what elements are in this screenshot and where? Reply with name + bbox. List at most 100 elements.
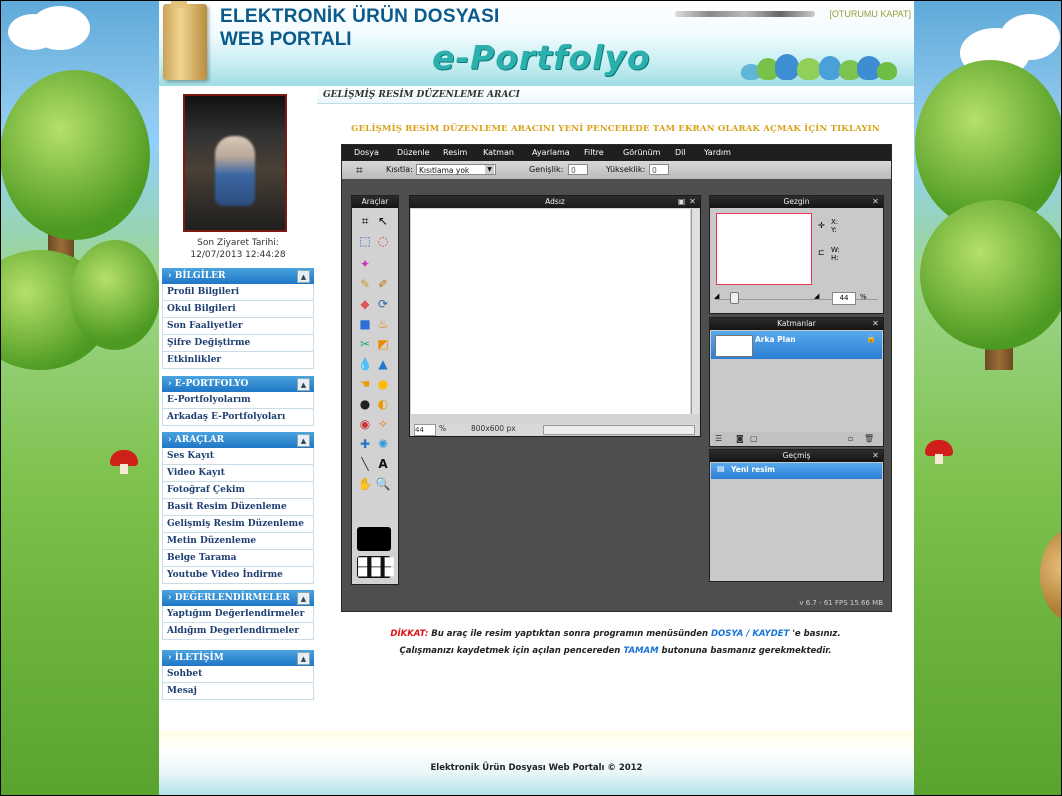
section-header[interactable]: › ARAÇLAR ▲ <box>162 432 314 448</box>
trash-icon[interactable]: 🗑 <box>864 432 874 446</box>
canvas-zoom-input[interactable]: 44 <box>414 424 436 436</box>
avatar[interactable] <box>183 94 287 232</box>
menu-gorunum[interactable]: Görünüm <box>623 145 660 161</box>
spot-heal-tool-icon[interactable]: ✧ <box>375 416 391 432</box>
move-tool-icon[interactable]: ↖ <box>375 213 391 229</box>
lock-icon[interactable]: 🔒 <box>866 334 876 343</box>
last-visit-label: Son Ziyaret Tarihi: <box>197 238 279 248</box>
section-header[interactable]: › E-PORTFOLYO ▲ <box>162 376 314 392</box>
close-icon[interactable]: ✕ <box>871 451 880 460</box>
sidebar-item-sifre-degistirme[interactable]: Şifre Değiştirme <box>162 335 314 352</box>
vertical-scrollbar[interactable] <box>691 209 699 414</box>
section-header[interactable]: › BİLGİLER ▲ <box>162 268 314 284</box>
collapse-icon[interactable]: ▲ <box>297 592 310 605</box>
height-input[interactable]: 0 <box>649 164 669 175</box>
sidebar-item-sohbet[interactable]: Sohbet <box>162 666 314 683</box>
layer-options-icon[interactable]: ☰ <box>715 432 722 446</box>
menu-yardim[interactable]: Yardım <box>704 145 731 161</box>
sidebar-item-e-portfolyolarim[interactable]: E-Portfolyolarım <box>162 392 314 409</box>
sidebar-item-arkadas-e-portfolyolari[interactable]: Arkadaş E-Portfolyoları <box>162 409 314 426</box>
section-header[interactable]: › İLETİŞİM ▲ <box>162 650 314 666</box>
menu-katman[interactable]: Katman <box>483 145 514 161</box>
wand-tool-icon[interactable]: ✦ <box>357 256 373 272</box>
brush-tool-icon[interactable]: ✐ <box>375 276 391 292</box>
hand-tool-icon[interactable]: ✋ <box>357 476 373 492</box>
close-icon[interactable]: ✕ <box>871 319 880 328</box>
sidebar-item-youtube-indirme[interactable]: Youtube Video İndirme <box>162 567 314 584</box>
collapse-icon[interactable]: ▲ <box>297 270 310 283</box>
crop-icon[interactable]: ⌗ <box>356 161 363 179</box>
lasso-tool-icon[interactable]: ◌ <box>375 233 391 249</box>
zoom-tool-icon[interactable]: 🔍 <box>375 476 391 492</box>
crop-tool-icon[interactable]: ⌗ <box>357 213 373 229</box>
burn-tool-icon[interactable]: ● <box>357 396 373 412</box>
nav-zoom-input[interactable]: 44 <box>832 292 856 305</box>
sidebar-item-video-kayit[interactable]: Video Kayıt <box>162 465 314 482</box>
sidebar-item-aldigim-degerlendirmeler[interactable]: Aldığım Degerlendirmeler <box>162 623 314 640</box>
width-input[interactable]: 0 <box>568 164 588 175</box>
new-layer-icon[interactable]: ▫ <box>848 432 853 446</box>
replace-color-tool-icon[interactable]: ⟳ <box>375 296 391 312</box>
sidebar-item-etkinlikler[interactable]: Etkinlikler <box>162 352 314 369</box>
color-swatch[interactable] <box>357 527 391 551</box>
marquee-tool-icon[interactable]: ⬚ <box>357 233 373 249</box>
menu-resim[interactable]: Resim <box>443 145 467 161</box>
zoom-in-icon[interactable]: ◢ <box>814 292 819 300</box>
close-icon[interactable]: ✕ <box>871 197 880 206</box>
height-label: Yükseklik: <box>606 165 646 174</box>
history-row[interactable]: ▤ Yeni resim <box>711 463 882 479</box>
horizontal-scrollbar[interactable] <box>543 425 695 435</box>
navigator-preview[interactable] <box>716 213 812 285</box>
section-header[interactable]: › DEĞERLENDİRMELER ▲ <box>162 590 314 606</box>
blur-tool-icon[interactable]: 💧 <box>357 356 373 372</box>
bloat-tool-icon[interactable]: ✚ <box>357 436 373 452</box>
drawing-canvas[interactable] <box>411 209 690 414</box>
section-title: › İLETİŞİM <box>168 653 224 663</box>
clone-tool-icon[interactable]: ✂ <box>357 336 373 352</box>
constraint-select[interactable]: Kısıtlama yok ▼ <box>416 164 496 175</box>
open-fullscreen-link[interactable]: GELİŞMİŞ RESİM DÜZENLEME ARACINI YENİ PE… <box>317 124 914 134</box>
color-picker-tool-icon[interactable]: ╲ <box>357 456 373 472</box>
sidebar-item-gelismis-resim[interactable]: Gelişmiş Resim Düzenleme <box>162 516 314 533</box>
sidebar-item-belge-tarama[interactable]: Belge Tarama <box>162 550 314 567</box>
red-eye-tool-icon[interactable]: ◉ <box>357 416 373 432</box>
menu-duzenle[interactable]: Düzenle <box>397 145 430 161</box>
sidebar-item-yaptigim-degerlendirmeler[interactable]: Yaptığım Değerlendirmeler <box>162 606 314 623</box>
grid-options-icon[interactable]: ■■■ ■■■ <box>357 555 395 578</box>
text-tool-icon[interactable]: A <box>375 456 391 472</box>
sidebar-item-son-faaliyetler[interactable]: Son Faaliyetler <box>162 318 314 335</box>
menu-filtre[interactable]: Filtre <box>584 145 604 161</box>
maximize-icon[interactable]: ▣ <box>677 197 686 206</box>
pencil-tool-icon[interactable]: ✎ <box>357 276 373 292</box>
sidebar-item-ses-kayit[interactable]: Ses Kayıt <box>162 448 314 465</box>
layer-mask-icon[interactable]: ◙ <box>736 432 744 446</box>
logout-link[interactable]: [OTURUMU KAPAT] <box>829 8 911 20</box>
collapse-icon[interactable]: ▲ <box>297 652 310 665</box>
gradient-tool-icon[interactable]: ■ <box>357 316 373 332</box>
sponge-tool-icon[interactable]: ● <box>375 376 391 392</box>
sharpen-tool-icon[interactable]: ▲ <box>375 356 391 372</box>
shape-tool-icon[interactable]: ◩ <box>375 336 391 352</box>
menu-ayarlama[interactable]: Ayarlama <box>532 145 570 161</box>
eraser-tool-icon[interactable]: ◆ <box>357 296 373 312</box>
close-icon[interactable]: ✕ <box>688 197 697 206</box>
zoom-slider-handle[interactable] <box>730 292 739 304</box>
pinch-tool-icon[interactable]: ✺ <box>375 436 391 452</box>
sidebar-item-mesaj[interactable]: Mesaj <box>162 683 314 700</box>
menu-dosya[interactable]: Dosya <box>354 145 379 161</box>
zoom-out-icon[interactable]: ◢ <box>714 292 719 300</box>
collapse-icon[interactable]: ▲ <box>297 434 310 447</box>
warning-line1: DİKKAT: Bu araç ile resim yaptıktan sonr… <box>317 626 914 643</box>
layer-row[interactable]: Arka Plan 🔒 <box>711 331 882 359</box>
sidebar-item-profil-bilgileri[interactable]: Profil Bilgileri <box>162 284 314 301</box>
menu-dil[interactable]: Dil <box>675 145 686 161</box>
sidebar-item-okul-bilgileri[interactable]: Okul Bilgileri <box>162 301 314 318</box>
smudge-tool-icon[interactable]: ☚ <box>357 376 373 392</box>
sidebar-item-basit-resim[interactable]: Basit Resim Düzenleme <box>162 499 314 516</box>
layer-style-icon[interactable]: ▢ <box>750 432 758 446</box>
dodge-tool-icon[interactable]: ◐ <box>375 396 391 412</box>
sidebar-item-metin-duzenleme[interactable]: Metin Düzenleme <box>162 533 314 550</box>
sidebar-item-fotograf-cekim[interactable]: Fotoğraf Çekim <box>162 482 314 499</box>
collapse-icon[interactable]: ▲ <box>297 378 310 391</box>
fill-tool-icon[interactable]: ♨ <box>375 316 391 332</box>
